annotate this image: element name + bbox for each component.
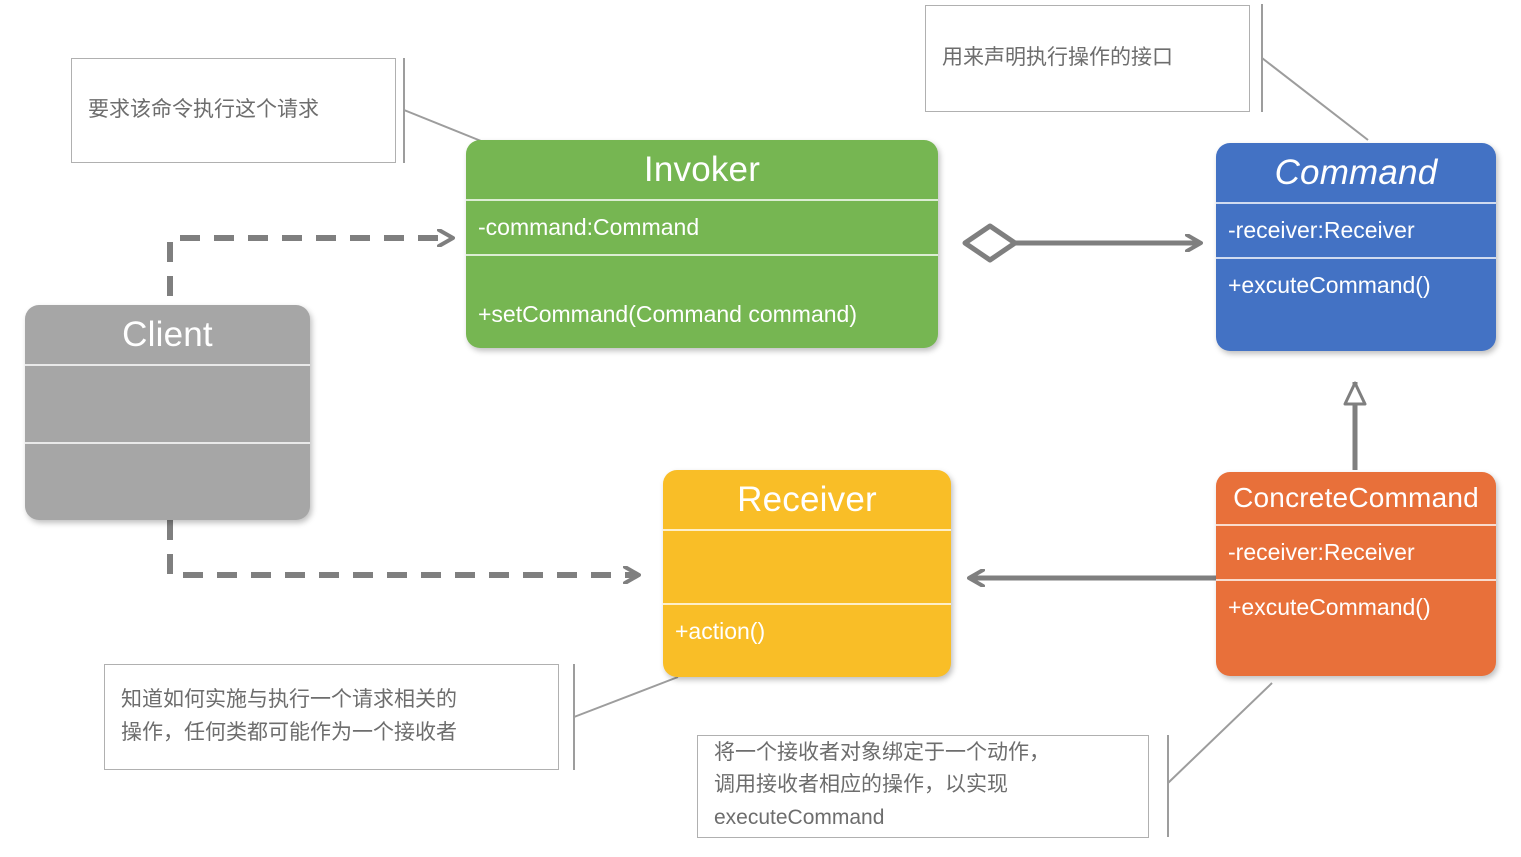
note-concretecommand: 将一个接收者对象绑定于一个动作， 调用接收者相应的操作，以实现 executeC… [697,735,1149,838]
note-receiver: 知道如何实施与执行一个请求相关的 操作，任何类都可能作为一个接收者 [104,664,559,770]
class-title-client: Client [122,315,213,354]
class-attributes-receiver [663,529,951,603]
class-method-invoker-setcommand: +setCommand(Command command) [478,301,857,328]
class-title-receiver: Receiver [737,480,877,519]
class-attributes-concretecommand: -receiver:Receiver [1216,524,1496,579]
class-methods-client [25,442,310,520]
note-concretecommand-line1: 将一个接收者对象绑定于一个动作， [714,740,1050,764]
note-leader-command [1261,4,1369,141]
note-invoker: 要求该命令执行这个请求 [71,58,396,163]
note-command-text: 用来声明执行操作的接口 [942,46,1173,70]
class-title-command: Command [1274,153,1438,192]
class-box-client[interactable]: Client [25,305,310,520]
class-attributes-command: -receiver:Receiver [1216,202,1496,257]
note-concretecommand-line2: 调用接收者相应的操作，以实现 [714,773,1008,797]
note-receiver-line1: 知道如何实施与执行一个请求相关的 [121,688,457,712]
relation-client-to-receiver [167,520,638,575]
note-leader-concretecommand [1167,682,1273,837]
class-box-concretecommand[interactable]: ConcreteCommand -receiver:Receiver +excu… [1216,472,1496,676]
class-methods-receiver: +action() [663,603,951,677]
class-methods-concretecommand: +excuteCommand() [1216,578,1496,634]
class-methods-invoker: +setCommand(Command command) +excuteComm… [466,253,938,348]
class-attributes-invoker: -command:Command [466,199,938,254]
class-methods-command: +excuteCommand() [1216,256,1496,312]
class-title-concretecommand: ConcreteCommand [1233,482,1479,513]
uml-diagram-canvas: Invoker (dashed dependency) --> Receiver… [0,0,1521,857]
class-box-invoker[interactable]: Invoker -command:Command +setCommand(Com… [466,140,938,348]
note-command: 用来声明执行操作的接口 [925,5,1250,112]
class-title-invoker: Invoker [643,150,761,189]
note-leader-receiver [573,664,679,770]
note-receiver-line2: 操作，任何类都可能作为一个接收者 [121,721,457,744]
note-concretecommand-line3: executeCommand [714,805,885,829]
class-attributes-client [25,364,310,442]
class-box-receiver[interactable]: Receiver +action() [663,470,951,677]
note-invoker-text: 要求该命令执行这个请求 [88,98,319,122]
relation-invoker-to-command [962,223,1200,263]
class-box-command[interactable]: Command -receiver:Receiver +excuteComman… [1216,143,1496,351]
